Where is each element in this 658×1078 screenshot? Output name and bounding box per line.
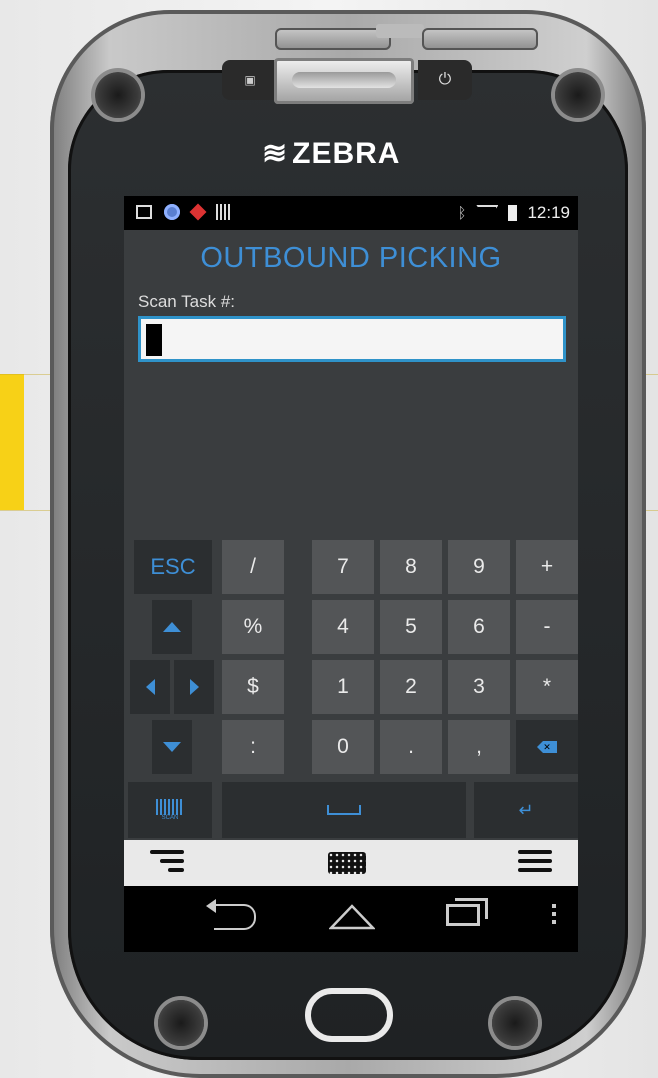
esc-key[interactable]: ESC	[134, 540, 212, 594]
power-icon[interactable]: ⏻	[418, 60, 472, 100]
screw-icon	[492, 1000, 538, 1046]
top-button-left[interactable]	[275, 28, 391, 50]
globe-icon	[164, 204, 180, 220]
arrow-right-icon	[189, 679, 199, 695]
space-icon	[327, 805, 361, 815]
scan-task-input[interactable]	[138, 316, 566, 362]
menu-left-icon[interactable]	[150, 850, 184, 877]
arrow-left-icon	[145, 679, 155, 695]
hardware-home-button[interactable]	[305, 988, 393, 1042]
top-button-right[interactable]	[422, 28, 538, 50]
back-icon[interactable]	[206, 899, 256, 930]
device-screen: ᛒ 12:19 OUTBOUND PICKING Scan Task #: ES…	[124, 196, 578, 952]
recent-apps-icon[interactable]	[446, 898, 488, 926]
enter-icon: ↵	[518, 799, 534, 820]
key-8[interactable]: 8	[380, 540, 442, 594]
zebra-logo-icon: ≋	[262, 137, 289, 170]
camera-button[interactable]: ▣	[222, 60, 278, 100]
space-key[interactable]	[222, 782, 466, 838]
bluetooth-icon: ᛒ	[457, 204, 467, 222]
yellow-accent-band	[0, 374, 24, 510]
keyboard-toolbar	[124, 840, 578, 886]
comma-key[interactable]: ,	[448, 720, 510, 774]
dollar-key[interactable]: $	[222, 660, 284, 714]
scan-key[interactable]: SCAN	[128, 782, 212, 838]
menu-right-icon[interactable]	[518, 850, 552, 877]
plus-key[interactable]: +	[516, 540, 578, 594]
dot-key[interactable]: .	[380, 720, 442, 774]
arrow-down-icon	[163, 742, 181, 752]
scan-key-label: SCAN	[161, 815, 179, 821]
minus-key[interactable]: -	[516, 600, 578, 654]
alert-icon	[189, 203, 207, 221]
screw-icon	[95, 72, 141, 118]
key-7[interactable]: 7	[312, 540, 374, 594]
status-bar: ᛒ 12:19	[124, 196, 578, 230]
overflow-menu-icon[interactable]	[552, 904, 556, 924]
android-nav-bar	[124, 886, 578, 952]
key-9[interactable]: 9	[448, 540, 510, 594]
scanner-window	[274, 58, 414, 104]
enter-key[interactable]: ↵	[474, 782, 578, 838]
backspace-key[interactable]: ✕	[516, 720, 578, 774]
barcode-scan-icon	[156, 799, 184, 815]
key-0[interactable]: 0	[312, 720, 374, 774]
wifi-icon	[476, 205, 499, 221]
arrow-down-key[interactable]	[152, 720, 192, 774]
key-2[interactable]: 2	[380, 660, 442, 714]
percent-key[interactable]: %	[222, 600, 284, 654]
numeric-keyboard: ESC / % $ : 7 8 9 + 4 5 6 - 1 2 3 * 0 . …	[124, 540, 578, 840]
keyboard-icon[interactable]	[328, 852, 366, 874]
arrow-up-icon	[163, 622, 181, 632]
home-icon[interactable]	[329, 904, 375, 930]
barcode-icon	[216, 204, 230, 220]
battery-icon	[508, 205, 518, 221]
key-5[interactable]: 5	[380, 600, 442, 654]
arrow-left-key[interactable]	[130, 660, 170, 714]
image-icon	[136, 205, 152, 219]
status-time: 12:19	[527, 203, 570, 222]
key-4[interactable]: 4	[312, 600, 374, 654]
front-sensor: ▣ ⏻	[222, 58, 472, 108]
brand-logo: ≋ ZEBRA	[262, 136, 462, 176]
brand-name: ZEBRA	[292, 137, 401, 170]
key-3[interactable]: 3	[448, 660, 510, 714]
arrow-up-key[interactable]	[152, 600, 192, 654]
colon-key[interactable]: :	[222, 720, 284, 774]
text-cursor	[146, 324, 162, 356]
slash-key[interactable]: /	[222, 540, 284, 594]
key-1[interactable]: 1	[312, 660, 374, 714]
screw-icon	[555, 72, 601, 118]
screw-icon	[158, 1000, 204, 1046]
arrow-right-key[interactable]	[174, 660, 214, 714]
page-title: OUTBOUND PICKING	[200, 242, 502, 274]
star-key[interactable]: *	[516, 660, 578, 714]
scan-task-label: Scan Task #:	[138, 292, 236, 311]
backspace-icon: ✕	[537, 741, 557, 753]
key-6[interactable]: 6	[448, 600, 510, 654]
top-button-mid	[376, 24, 424, 38]
